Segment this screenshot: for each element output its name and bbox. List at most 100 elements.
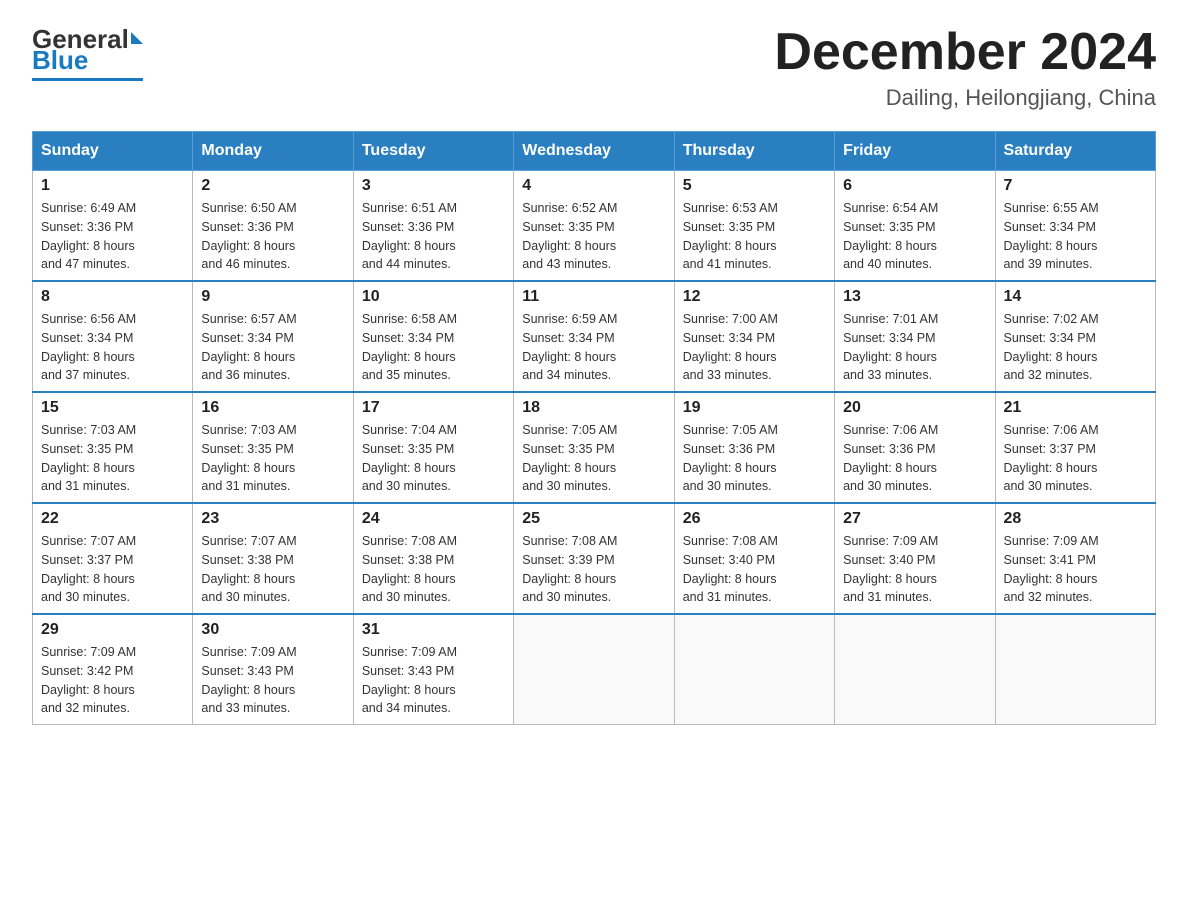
day-info: Sunrise: 6:53 AMSunset: 3:35 PMDaylight:…	[683, 199, 826, 274]
day-number: 4	[522, 177, 665, 195]
day-number: 8	[41, 288, 184, 306]
calendar-header-row: Sunday Monday Tuesday Wednesday Thursday…	[33, 132, 1156, 171]
table-row: 28 Sunrise: 7:09 AMSunset: 3:41 PMDayligh…	[995, 503, 1155, 614]
day-number: 3	[362, 177, 505, 195]
page-header: General Blue December 2024 Dailing, Heil…	[32, 24, 1156, 111]
table-row: 26 Sunrise: 7:08 AMSunset: 3:40 PMDayligh…	[674, 503, 834, 614]
day-info: Sunrise: 6:52 AMSunset: 3:35 PMDaylight:…	[522, 199, 665, 274]
day-info: Sunrise: 7:08 AMSunset: 3:39 PMDaylight:…	[522, 532, 665, 607]
table-row: 17 Sunrise: 7:04 AMSunset: 3:35 PMDayligh…	[353, 392, 513, 503]
table-row: 23 Sunrise: 7:07 AMSunset: 3:38 PMDayligh…	[193, 503, 353, 614]
day-info: Sunrise: 7:09 AMSunset: 3:41 PMDaylight:…	[1004, 532, 1147, 607]
table-row: 24 Sunrise: 7:08 AMSunset: 3:38 PMDayligh…	[353, 503, 513, 614]
table-row: 30 Sunrise: 7:09 AMSunset: 3:43 PMDayligh…	[193, 614, 353, 725]
table-row: 29Sunrise: 7:09 AMSunset: 3:42 PMDayligh…	[33, 614, 193, 725]
table-row: 6 Sunrise: 6:54 AMSunset: 3:35 PMDaylight…	[835, 171, 995, 282]
day-number: 15	[41, 399, 184, 417]
day-number: 17	[362, 399, 505, 417]
day-number: 23	[201, 510, 344, 528]
day-number: 6	[843, 177, 986, 195]
day-info: Sunrise: 6:54 AMSunset: 3:35 PMDaylight:…	[843, 199, 986, 274]
table-row	[674, 614, 834, 725]
header-friday: Friday	[835, 132, 995, 171]
day-number: 9	[201, 288, 344, 306]
header-thursday: Thursday	[674, 132, 834, 171]
table-row: 14Sunrise: 7:02 AMSunset: 3:34 PMDayligh…	[995, 281, 1155, 392]
calendar-row: 1 Sunrise: 6:49 AMSunset: 3:36 PMDaylight…	[33, 171, 1156, 282]
table-row: 2 Sunrise: 6:50 AMSunset: 3:36 PMDaylight…	[193, 171, 353, 282]
table-row: 25 Sunrise: 7:08 AMSunset: 3:39 PMDayligh…	[514, 503, 674, 614]
day-number: 16	[201, 399, 344, 417]
table-row: 3 Sunrise: 6:51 AMSunset: 3:36 PMDaylight…	[353, 171, 513, 282]
day-number: 18	[522, 399, 665, 417]
day-info: Sunrise: 7:09 AMSunset: 3:40 PMDaylight:…	[843, 532, 986, 607]
header-tuesday: Tuesday	[353, 132, 513, 171]
table-row: 4 Sunrise: 6:52 AMSunset: 3:35 PMDaylight…	[514, 171, 674, 282]
day-number: 11	[522, 288, 665, 306]
day-info: Sunrise: 7:07 AMSunset: 3:37 PMDaylight:…	[41, 532, 184, 607]
table-row: 20Sunrise: 7:06 AMSunset: 3:36 PMDayligh…	[835, 392, 995, 503]
header-wednesday: Wednesday	[514, 132, 674, 171]
day-info: Sunrise: 6:59 AMSunset: 3:34 PMDaylight:…	[522, 310, 665, 385]
table-row: 7 Sunrise: 6:55 AMSunset: 3:34 PMDaylight…	[995, 171, 1155, 282]
day-info: Sunrise: 7:06 AMSunset: 3:36 PMDaylight:…	[843, 421, 986, 496]
day-info: Sunrise: 6:51 AMSunset: 3:36 PMDaylight:…	[362, 199, 505, 274]
day-number: 30	[201, 621, 344, 639]
table-row: 11 Sunrise: 6:59 AMSunset: 3:34 PMDayligh…	[514, 281, 674, 392]
day-info: Sunrise: 7:08 AMSunset: 3:38 PMDaylight:…	[362, 532, 505, 607]
table-row: 1 Sunrise: 6:49 AMSunset: 3:36 PMDaylight…	[33, 171, 193, 282]
table-row: 15 Sunrise: 7:03 AMSunset: 3:35 PMDayligh…	[33, 392, 193, 503]
day-number: 2	[201, 177, 344, 195]
day-info: Sunrise: 7:03 AMSunset: 3:35 PMDaylight:…	[201, 421, 344, 496]
calendar-row: 29Sunrise: 7:09 AMSunset: 3:42 PMDayligh…	[33, 614, 1156, 725]
day-number: 7	[1004, 177, 1147, 195]
logo-triangle-icon	[131, 32, 143, 44]
day-number: 19	[683, 399, 826, 417]
day-info: Sunrise: 6:50 AMSunset: 3:36 PMDaylight:…	[201, 199, 344, 274]
table-row: 12 Sunrise: 7:00 AMSunset: 3:34 PMDayligh…	[674, 281, 834, 392]
day-number: 22	[41, 510, 184, 528]
table-row: 10Sunrise: 6:58 AMSunset: 3:34 PMDayligh…	[353, 281, 513, 392]
table-row: 22 Sunrise: 7:07 AMSunset: 3:37 PMDayligh…	[33, 503, 193, 614]
day-info: Sunrise: 7:05 AMSunset: 3:35 PMDaylight:…	[522, 421, 665, 496]
day-number: 13	[843, 288, 986, 306]
day-info: Sunrise: 7:09 AMSunset: 3:43 PMDaylight:…	[201, 643, 344, 718]
day-number: 28	[1004, 510, 1147, 528]
day-info: Sunrise: 6:56 AMSunset: 3:34 PMDaylight:…	[41, 310, 184, 385]
day-info: Sunrise: 7:08 AMSunset: 3:40 PMDaylight:…	[683, 532, 826, 607]
table-row: 27Sunrise: 7:09 AMSunset: 3:40 PMDayligh…	[835, 503, 995, 614]
subtitle: Dailing, Heilongjiang, China	[774, 85, 1156, 111]
header-saturday: Saturday	[995, 132, 1155, 171]
day-number: 5	[683, 177, 826, 195]
table-row: 8 Sunrise: 6:56 AMSunset: 3:34 PMDaylight…	[33, 281, 193, 392]
main-title: December 2024	[774, 24, 1156, 81]
day-info: Sunrise: 7:06 AMSunset: 3:37 PMDaylight:…	[1004, 421, 1147, 496]
day-info: Sunrise: 7:09 AMSunset: 3:43 PMDaylight:…	[362, 643, 505, 718]
day-number: 26	[683, 510, 826, 528]
logo-blue-text: Blue	[32, 45, 88, 76]
table-row: 13Sunrise: 7:01 AMSunset: 3:34 PMDayligh…	[835, 281, 995, 392]
title-block: December 2024 Dailing, Heilongjiang, Chi…	[774, 24, 1156, 111]
day-info: Sunrise: 6:55 AMSunset: 3:34 PMDaylight:…	[1004, 199, 1147, 274]
day-number: 25	[522, 510, 665, 528]
day-info: Sunrise: 6:49 AMSunset: 3:36 PMDaylight:…	[41, 199, 184, 274]
day-info: Sunrise: 7:07 AMSunset: 3:38 PMDaylight:…	[201, 532, 344, 607]
day-number: 24	[362, 510, 505, 528]
table-row: 31Sunrise: 7:09 AMSunset: 3:43 PMDayligh…	[353, 614, 513, 725]
day-info: Sunrise: 6:58 AMSunset: 3:34 PMDaylight:…	[362, 310, 505, 385]
day-info: Sunrise: 7:04 AMSunset: 3:35 PMDaylight:…	[362, 421, 505, 496]
logo-underline	[32, 78, 143, 81]
day-number: 1	[41, 177, 184, 195]
day-info: Sunrise: 7:03 AMSunset: 3:35 PMDaylight:…	[41, 421, 184, 496]
calendar-table: Sunday Monday Tuesday Wednesday Thursday…	[32, 131, 1156, 725]
table-row: 21Sunrise: 7:06 AMSunset: 3:37 PMDayligh…	[995, 392, 1155, 503]
day-number: 12	[683, 288, 826, 306]
calendar-row: 15 Sunrise: 7:03 AMSunset: 3:35 PMDayligh…	[33, 392, 1156, 503]
table-row	[995, 614, 1155, 725]
table-row: 9Sunrise: 6:57 AMSunset: 3:34 PMDaylight…	[193, 281, 353, 392]
table-row: 19Sunrise: 7:05 AMSunset: 3:36 PMDayligh…	[674, 392, 834, 503]
calendar-row: 22 Sunrise: 7:07 AMSunset: 3:37 PMDayligh…	[33, 503, 1156, 614]
day-info: Sunrise: 7:09 AMSunset: 3:42 PMDaylight:…	[41, 643, 184, 718]
day-info: Sunrise: 7:00 AMSunset: 3:34 PMDaylight:…	[683, 310, 826, 385]
table-row: 5 Sunrise: 6:53 AMSunset: 3:35 PMDaylight…	[674, 171, 834, 282]
